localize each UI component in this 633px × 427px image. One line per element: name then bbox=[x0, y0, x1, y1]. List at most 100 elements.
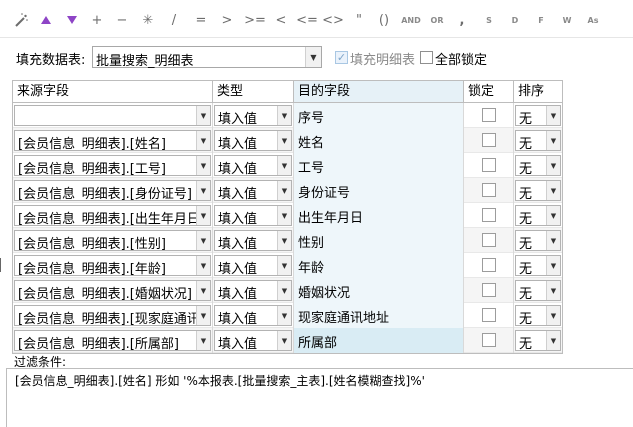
source-field-cell[interactable]: [会员信息_明细表].[身份证号] ▼ bbox=[13, 178, 213, 203]
lock-cell[interactable] bbox=[464, 253, 514, 278]
sort-select[interactable]: 无 ▼ bbox=[515, 180, 561, 201]
chevron-down-icon[interactable]: ▼ bbox=[277, 256, 291, 275]
target-field-cell[interactable]: 现家庭通讯地址 bbox=[294, 303, 464, 328]
as-button[interactable]: As bbox=[584, 10, 602, 30]
chevron-down-icon[interactable]: ▼ bbox=[196, 306, 210, 325]
lock-checkbox[interactable] bbox=[482, 108, 496, 122]
d-button[interactable]: D bbox=[508, 10, 522, 30]
source-field-select[interactable]: [会员信息_明细表].[姓名] ▼ bbox=[14, 130, 211, 151]
lock-checkbox[interactable] bbox=[482, 158, 496, 172]
target-field-cell[interactable]: 性别 bbox=[294, 228, 464, 253]
sort-cell[interactable]: 无 ▼ bbox=[514, 253, 562, 278]
splitter-handle[interactable] bbox=[0, 258, 3, 272]
chevron-down-icon[interactable]: ▼ bbox=[305, 47, 321, 67]
lock-cell[interactable] bbox=[464, 278, 514, 303]
source-field-cell[interactable]: [会员信息_明细表].[年龄] ▼ bbox=[13, 253, 213, 278]
table-row[interactable]: [会员信息_明细表].[姓名] ▼ 填入值 ▼ 姓名无 ▼ bbox=[13, 128, 562, 153]
chevron-down-icon[interactable]: ▼ bbox=[196, 156, 210, 175]
type-cell[interactable]: 填入值 ▼ bbox=[213, 203, 294, 228]
sort-cell[interactable]: 无 ▼ bbox=[514, 103, 562, 128]
table-row[interactable]: [会员信息_明细表].[所属部] ▼ 填入值 ▼ 所属部无 ▼ bbox=[13, 328, 562, 353]
sort-cell[interactable]: 无 ▼ bbox=[514, 153, 562, 178]
lock-checkbox[interactable] bbox=[482, 283, 496, 297]
lock-cell[interactable] bbox=[464, 178, 514, 203]
table-row[interactable]: [会员信息_明细表].[现家庭通讯地址] ▼ 填入值 ▼ 现家庭通讯地址 无 ▼ bbox=[13, 303, 562, 328]
chevron-down-icon[interactable]: ▼ bbox=[196, 131, 210, 150]
not-equal-button[interactable]: <> bbox=[322, 10, 344, 30]
lock-checkbox[interactable] bbox=[482, 133, 496, 147]
chevron-down-icon[interactable]: ▼ bbox=[277, 131, 291, 150]
source-field-select[interactable]: [会员信息_明细表].[出生年月日] ▼ bbox=[14, 205, 211, 226]
type-select[interactable]: 填入值 ▼ bbox=[214, 330, 292, 351]
chevron-down-icon[interactable]: ▼ bbox=[277, 206, 291, 225]
sort-cell[interactable]: 无 ▼ bbox=[514, 303, 562, 328]
source-field-cell[interactable]: [会员信息_明细表].[出生年月日] ▼ bbox=[13, 203, 213, 228]
sort-select[interactable]: 无 ▼ bbox=[515, 330, 561, 351]
header-target-field[interactable]: 目的字段 bbox=[294, 81, 464, 102]
lock-cell[interactable] bbox=[464, 303, 514, 328]
source-field-cell[interactable]: [会员信息_明细表].[姓名] ▼ bbox=[13, 128, 213, 153]
chevron-down-icon[interactable]: ▼ bbox=[546, 181, 560, 200]
or-button[interactable]: OR bbox=[428, 10, 446, 30]
lock-checkbox[interactable] bbox=[482, 333, 496, 347]
type-cell[interactable]: 填入值 ▼ bbox=[213, 253, 294, 278]
table-row[interactable]: [会员信息_明细表].[工号] ▼ 填入值 ▼ 工号无 ▼ bbox=[13, 153, 562, 178]
type-cell[interactable]: 填入值 ▼ bbox=[213, 228, 294, 253]
chevron-down-icon[interactable]: ▼ bbox=[196, 181, 210, 200]
comma-button[interactable]: , bbox=[455, 10, 469, 30]
and-button[interactable]: AND bbox=[400, 10, 422, 30]
lock-checkbox[interactable] bbox=[482, 258, 496, 272]
chevron-down-icon[interactable]: ▼ bbox=[196, 231, 210, 250]
sort-cell[interactable]: 无 ▼ bbox=[514, 228, 562, 253]
f-button[interactable]: F bbox=[534, 10, 548, 30]
sort-select[interactable]: 无 ▼ bbox=[515, 155, 561, 176]
sort-select[interactable]: 无 ▼ bbox=[515, 130, 561, 151]
table-row[interactable]: [会员信息_明细表].[婚姻状况] ▼ 填入值 ▼ 婚姻状况无 ▼ bbox=[13, 278, 562, 303]
type-select[interactable]: 填入值 ▼ bbox=[214, 130, 292, 151]
chevron-down-icon[interactable]: ▼ bbox=[196, 281, 210, 300]
parentheses-button[interactable]: () bbox=[374, 10, 394, 30]
sort-select[interactable]: 无 ▼ bbox=[515, 230, 561, 251]
s-button[interactable]: S bbox=[482, 10, 496, 30]
type-select[interactable]: 填入值 ▼ bbox=[214, 180, 292, 201]
source-field-select[interactable]: [会员信息_明细表].[年龄] ▼ bbox=[14, 255, 211, 276]
sort-select[interactable]: 无 ▼ bbox=[515, 305, 561, 326]
lock-checkbox[interactable] bbox=[482, 308, 496, 322]
table-row[interactable]: ▼ 填入值 ▼ 序号无 ▼ bbox=[13, 103, 562, 128]
equals-button[interactable]: = bbox=[192, 10, 210, 30]
move-up-icon[interactable] bbox=[37, 10, 55, 30]
chevron-down-icon[interactable]: ▼ bbox=[546, 331, 560, 350]
less-equal-button[interactable]: <= bbox=[296, 10, 318, 30]
chevron-down-icon[interactable]: ▼ bbox=[196, 106, 210, 125]
sort-cell[interactable]: 无 ▼ bbox=[514, 203, 562, 228]
target-field-cell[interactable]: 身份证号 bbox=[294, 178, 464, 203]
chevron-down-icon[interactable]: ▼ bbox=[546, 131, 560, 150]
type-cell[interactable]: 填入值 ▼ bbox=[213, 303, 294, 328]
chevron-down-icon[interactable]: ▼ bbox=[546, 281, 560, 300]
type-select[interactable]: 填入值 ▼ bbox=[214, 205, 292, 226]
chevron-down-icon[interactable]: ▼ bbox=[546, 306, 560, 325]
table-row[interactable]: [会员信息_明细表].[性别] ▼ 填入值 ▼ 性别无 ▼ bbox=[13, 228, 562, 253]
type-select[interactable]: 填入值 ▼ bbox=[214, 155, 292, 176]
chevron-down-icon[interactable]: ▼ bbox=[277, 306, 291, 325]
lock-cell[interactable] bbox=[464, 228, 514, 253]
sort-cell[interactable]: 无 ▼ bbox=[514, 278, 562, 303]
type-cell[interactable]: 填入值 ▼ bbox=[213, 178, 294, 203]
lock-checkbox[interactable] bbox=[482, 208, 496, 222]
table-row[interactable]: [会员信息_明细表].[出生年月日] ▼ 填入值 ▼ 出生年月日无 ▼ bbox=[13, 203, 562, 228]
chevron-down-icon[interactable]: ▼ bbox=[546, 256, 560, 275]
source-field-cell[interactable]: [会员信息_明细表].[现家庭通讯地址] ▼ bbox=[13, 303, 213, 328]
target-field-cell[interactable]: 所属部 bbox=[294, 328, 464, 353]
chevron-down-icon[interactable]: ▼ bbox=[277, 106, 291, 125]
lock-all-checkbox[interactable] bbox=[420, 51, 433, 64]
table-row[interactable]: [会员信息_明细表].[年龄] ▼ 填入值 ▼ 年龄 无 ▼ bbox=[13, 253, 562, 278]
sort-select[interactable]: 无 ▼ bbox=[515, 205, 561, 226]
sort-select[interactable]: 无 ▼ bbox=[515, 105, 561, 126]
target-field-cell[interactable]: 年龄 bbox=[294, 253, 464, 278]
greater-equal-button[interactable]: >= bbox=[244, 10, 266, 30]
type-select[interactable]: 填入值 ▼ bbox=[214, 280, 292, 301]
move-down-icon[interactable] bbox=[63, 10, 81, 30]
source-field-select[interactable]: ▼ bbox=[14, 105, 211, 126]
multiply-button[interactable]: ✳ bbox=[139, 10, 157, 30]
type-cell[interactable]: 填入值 ▼ bbox=[213, 278, 294, 303]
